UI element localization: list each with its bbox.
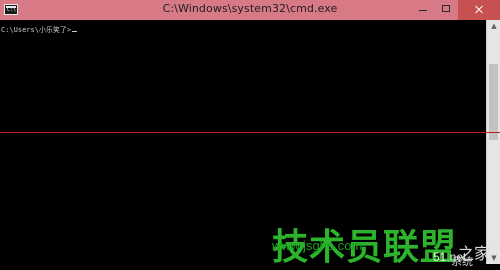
scroll-down-icon[interactable]: ▼ xyxy=(489,253,499,263)
title-bar[interactable]: C:\ C:\Windows\system32\cmd.exe xyxy=(0,0,500,20)
command-prompt-line[interactable]: C:\Users\小乐笑了> xyxy=(1,25,78,35)
watermark-net: 系统 xyxy=(451,256,473,268)
window-controls xyxy=(412,0,500,20)
text-cursor xyxy=(72,31,78,32)
maximize-icon[interactable] xyxy=(435,0,458,20)
scrollbar-thumb[interactable] xyxy=(489,64,498,140)
red-divider-line xyxy=(0,132,500,133)
minimize-icon[interactable] xyxy=(412,0,435,20)
vertical-scrollbar[interactable]: ▲ ▼ xyxy=(486,20,500,264)
prompt-text: C:\Users\小乐笑了> xyxy=(1,26,72,34)
scroll-up-icon[interactable]: ▲ xyxy=(489,21,499,31)
close-icon[interactable] xyxy=(458,0,500,20)
watermark-url: www.jsgho.com xyxy=(272,238,363,253)
